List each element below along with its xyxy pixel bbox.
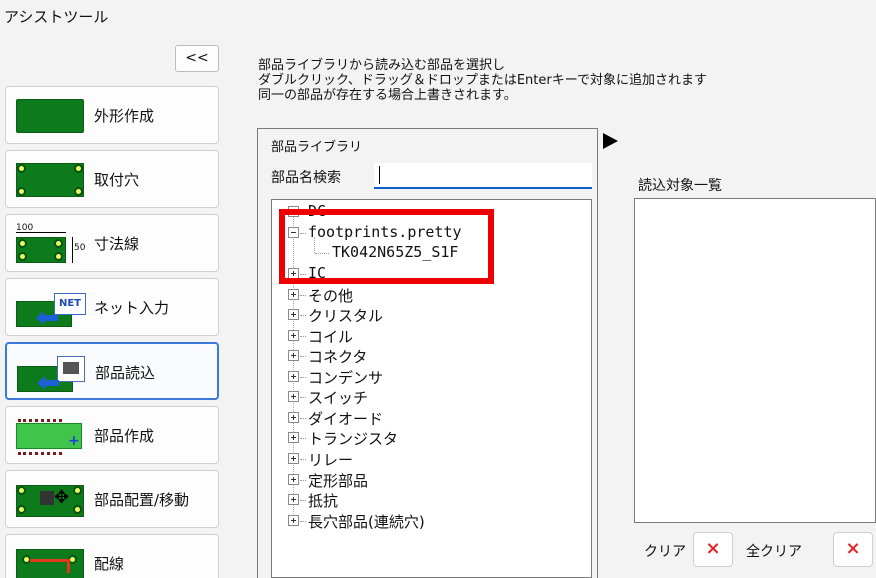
tool-label: 部品作成	[94, 427, 155, 445]
tool-label: 取付穴	[94, 171, 140, 189]
tool-wiring[interactable]: 配線	[5, 534, 219, 578]
tree-node-label: クリスタル	[308, 307, 384, 325]
expand-icon[interactable]	[288, 474, 299, 485]
tree-node-label: 長穴部品(連続穴)	[308, 513, 425, 531]
expand-icon[interactable]	[288, 350, 299, 361]
tree-node-label: ダイオード	[308, 410, 384, 428]
tool-outline-create[interactable]: 外形作成	[5, 86, 219, 144]
mounting-hole-icon	[16, 161, 86, 199]
tree-node-label: コンデンサ	[308, 369, 384, 387]
expand-icon[interactable]	[288, 289, 299, 300]
dimension-side-value: 50	[74, 243, 86, 253]
tree-node-label: 定形部品	[308, 472, 369, 490]
instructions-text: 部品ライブラリから読み込む部品を選択し ダブルクリック、ドラッグ＆ドロップまたは…	[258, 58, 707, 103]
move-icon: ✥	[16, 481, 86, 519]
clear-all-label: 全クリア	[746, 544, 802, 560]
expand-icon[interactable]	[288, 412, 299, 423]
instruction-line: 同一の部品が存在する場合上書きされます。	[258, 88, 517, 103]
tree-node-label: 抵抗	[308, 492, 339, 510]
component-create-icon: +	[16, 417, 86, 455]
expand-arrow-icon[interactable]	[603, 133, 618, 149]
title-bar: アシストツール	[0, 0, 876, 36]
window-title: アシストツール	[4, 8, 109, 26]
tree-node-label: リレー	[308, 451, 354, 469]
expand-icon[interactable]	[288, 453, 299, 464]
component-load-icon	[17, 354, 87, 392]
tool-label: 部品配置/移動	[94, 491, 190, 509]
tree-node-label: トランジスタ	[308, 430, 399, 448]
tool-component-place-move[interactable]: ✥ 部品配置/移動	[5, 470, 219, 528]
expand-icon[interactable]	[288, 494, 299, 505]
tool-component-create[interactable]: + 部品作成	[5, 406, 219, 464]
target-list[interactable]	[634, 198, 876, 523]
instruction-line: 部品ライブラリから読み込む部品を選択し	[258, 58, 506, 73]
clear-label: クリア	[644, 544, 686, 560]
tool-label: 寸法線	[94, 235, 140, 253]
clear-button[interactable]: ×	[693, 532, 733, 567]
tree-node-label: スイッチ	[308, 389, 369, 407]
expand-icon[interactable]	[288, 432, 299, 443]
target-list-title: 読込対象一覧	[638, 178, 722, 194]
collapse-sidebar-button[interactable]: <<	[175, 45, 219, 72]
net-badge: NET	[54, 293, 86, 315]
expand-icon[interactable]	[288, 515, 299, 526]
library-title: 部品ライブラリ	[271, 140, 363, 155]
tree-node-label: コイル	[308, 328, 354, 346]
tree-node-label: その他	[308, 287, 354, 305]
wiring-icon	[16, 545, 86, 578]
tool-label: 部品読込	[95, 364, 156, 382]
text-caret	[379, 166, 380, 184]
tool-label: 配線	[94, 555, 125, 573]
clear-all-button[interactable]: ×	[833, 532, 873, 567]
tree-node-label: コネクタ	[308, 348, 368, 366]
expand-icon[interactable]	[288, 309, 299, 320]
net-input-icon: NET	[16, 289, 86, 327]
board-outline-icon	[16, 97, 86, 135]
highlight-box	[279, 209, 494, 284]
search-label: 部品名検索	[271, 170, 341, 186]
component-search-input[interactable]	[374, 163, 592, 189]
instruction-line: ダブルクリック、ドラッグ＆ドロップまたはEnterキーで対象に追加されます	[258, 73, 707, 88]
expand-icon[interactable]	[288, 391, 299, 402]
tool-component-load[interactable]: 部品読込	[5, 342, 219, 400]
delete-icon: ×	[705, 538, 721, 559]
expand-icon[interactable]	[288, 330, 299, 341]
tool-dimension-line[interactable]: 100 50 寸法線	[5, 214, 219, 272]
expand-icon[interactable]	[288, 371, 299, 382]
assist-tool-window: アシストツール << 外形作成 取付穴 100 50 寸法線 NET ネット入力…	[0, 0, 876, 578]
dimension-line-icon: 100 50	[16, 223, 86, 263]
tool-label: ネット入力	[94, 299, 170, 317]
tool-net-input[interactable]: NET ネット入力	[5, 278, 219, 336]
tool-mounting-hole[interactable]: 取付穴	[5, 150, 219, 208]
tool-label: 外形作成	[94, 107, 155, 125]
delete-icon: ×	[845, 538, 861, 559]
